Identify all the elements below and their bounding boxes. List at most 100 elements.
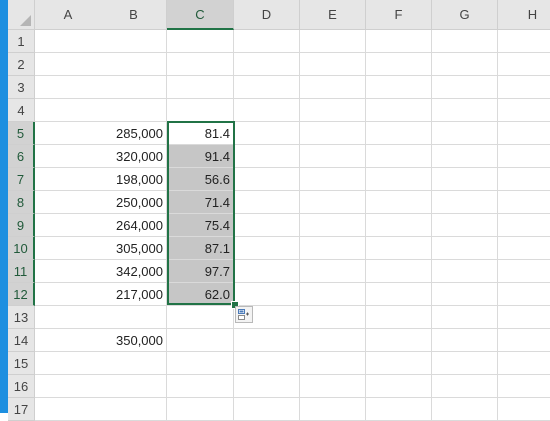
cell-b5[interactable]: 285,000 <box>101 122 167 145</box>
cell-c4[interactable] <box>167 99 234 122</box>
cell-b4[interactable] <box>101 99 167 122</box>
cell-e15[interactable] <box>300 352 366 375</box>
cell-e12[interactable] <box>300 283 366 306</box>
cell-e8[interactable] <box>300 191 366 214</box>
cell-e6[interactable] <box>300 145 366 168</box>
row-header-6[interactable]: 6 <box>8 145 35 168</box>
cell-c13[interactable] <box>167 306 234 329</box>
cell-g1[interactable] <box>432 30 498 53</box>
cell-b15[interactable] <box>101 352 167 375</box>
cell-c11[interactable]: 97.7 <box>167 260 234 283</box>
row-header-13[interactable]: 13 <box>8 306 35 329</box>
row-header-15[interactable]: 15 <box>8 352 35 375</box>
cell-d15[interactable] <box>234 352 300 375</box>
cell-g6[interactable] <box>432 145 498 168</box>
row-header-8[interactable]: 8 <box>8 191 35 214</box>
cell-h5[interactable] <box>498 122 550 145</box>
cell-h13[interactable] <box>498 306 550 329</box>
cell-f11[interactable] <box>366 260 432 283</box>
cell-b17[interactable] <box>101 398 167 421</box>
cell-h2[interactable] <box>498 53 550 76</box>
cell-a8[interactable] <box>35 191 102 214</box>
cell-f7[interactable] <box>366 168 432 191</box>
cell-c3[interactable] <box>167 76 234 99</box>
cell-a7[interactable] <box>35 168 102 191</box>
cell-f4[interactable] <box>366 99 432 122</box>
cell-b11[interactable]: 342,000 <box>101 260 167 283</box>
cell-f12[interactable] <box>366 283 432 306</box>
cell-a1[interactable] <box>35 30 102 53</box>
cell-e5[interactable] <box>300 122 366 145</box>
cell-b9[interactable]: 264,000 <box>101 214 167 237</box>
column-header-a[interactable]: A <box>35 0 102 30</box>
cell-d4[interactable] <box>234 99 300 122</box>
cell-g13[interactable] <box>432 306 498 329</box>
column-header-f[interactable]: F <box>366 0 432 30</box>
cell-f5[interactable] <box>366 122 432 145</box>
cell-g3[interactable] <box>432 76 498 99</box>
cell-c1[interactable] <box>167 30 234 53</box>
cell-a2[interactable] <box>35 53 102 76</box>
cell-a6[interactable] <box>35 145 102 168</box>
cell-e13[interactable] <box>300 306 366 329</box>
cell-e3[interactable] <box>300 76 366 99</box>
row-header-2[interactable]: 2 <box>8 53 35 76</box>
cell-a16[interactable] <box>35 375 102 398</box>
row-header-10[interactable]: 10 <box>8 237 35 260</box>
cell-a4[interactable] <box>35 99 102 122</box>
cell-b12[interactable]: 217,000 <box>101 283 167 306</box>
cell-f6[interactable] <box>366 145 432 168</box>
row-header-11[interactable]: 11 <box>8 260 35 283</box>
cell-f8[interactable] <box>366 191 432 214</box>
cell-h10[interactable] <box>498 237 550 260</box>
cell-a3[interactable] <box>35 76 102 99</box>
cell-c15[interactable] <box>167 352 234 375</box>
cell-h17[interactable] <box>498 398 550 421</box>
cell-g9[interactable] <box>432 214 498 237</box>
row-header-4[interactable]: 4 <box>8 99 35 122</box>
cell-d16[interactable] <box>234 375 300 398</box>
cell-b13[interactable] <box>101 306 167 329</box>
cell-h3[interactable] <box>498 76 550 99</box>
cell-b2[interactable] <box>101 53 167 76</box>
cell-h16[interactable] <box>498 375 550 398</box>
select-all-button[interactable] <box>8 0 35 30</box>
cell-d8[interactable] <box>234 191 300 214</box>
cell-g5[interactable] <box>432 122 498 145</box>
cell-h14[interactable] <box>498 329 550 352</box>
cell-f9[interactable] <box>366 214 432 237</box>
row-header-7[interactable]: 7 <box>8 168 35 191</box>
cell-d1[interactable] <box>234 30 300 53</box>
cell-e4[interactable] <box>300 99 366 122</box>
cell-f2[interactable] <box>366 53 432 76</box>
column-header-c[interactable]: C <box>167 0 234 30</box>
row-header-9[interactable]: 9 <box>8 214 35 237</box>
cell-a9[interactable] <box>35 214 102 237</box>
row-header-12[interactable]: 12 <box>8 283 35 306</box>
cell-e7[interactable] <box>300 168 366 191</box>
cell-b3[interactable] <box>101 76 167 99</box>
cell-e1[interactable] <box>300 30 366 53</box>
cell-c14[interactable] <box>167 329 234 352</box>
cell-f1[interactable] <box>366 30 432 53</box>
cell-a10[interactable] <box>35 237 102 260</box>
cell-f3[interactable] <box>366 76 432 99</box>
cell-g17[interactable] <box>432 398 498 421</box>
cell-e2[interactable] <box>300 53 366 76</box>
cell-g4[interactable] <box>432 99 498 122</box>
row-header-1[interactable]: 1 <box>8 30 35 53</box>
cell-b7[interactable]: 198,000 <box>101 168 167 191</box>
cell-h12[interactable] <box>498 283 550 306</box>
cell-b14[interactable]: 350,000 <box>101 329 167 352</box>
cell-c12[interactable]: 62.0 <box>167 283 234 306</box>
cell-g14[interactable] <box>432 329 498 352</box>
cell-b1[interactable] <box>101 30 167 53</box>
cell-g10[interactable] <box>432 237 498 260</box>
row-header-17[interactable]: 17 <box>8 398 35 421</box>
cell-h15[interactable] <box>498 352 550 375</box>
cell-e17[interactable] <box>300 398 366 421</box>
cell-c7[interactable]: 56.6 <box>167 168 234 191</box>
cell-b8[interactable]: 250,000 <box>101 191 167 214</box>
cell-c8[interactable]: 71.4 <box>167 191 234 214</box>
cell-a5[interactable] <box>35 122 102 145</box>
